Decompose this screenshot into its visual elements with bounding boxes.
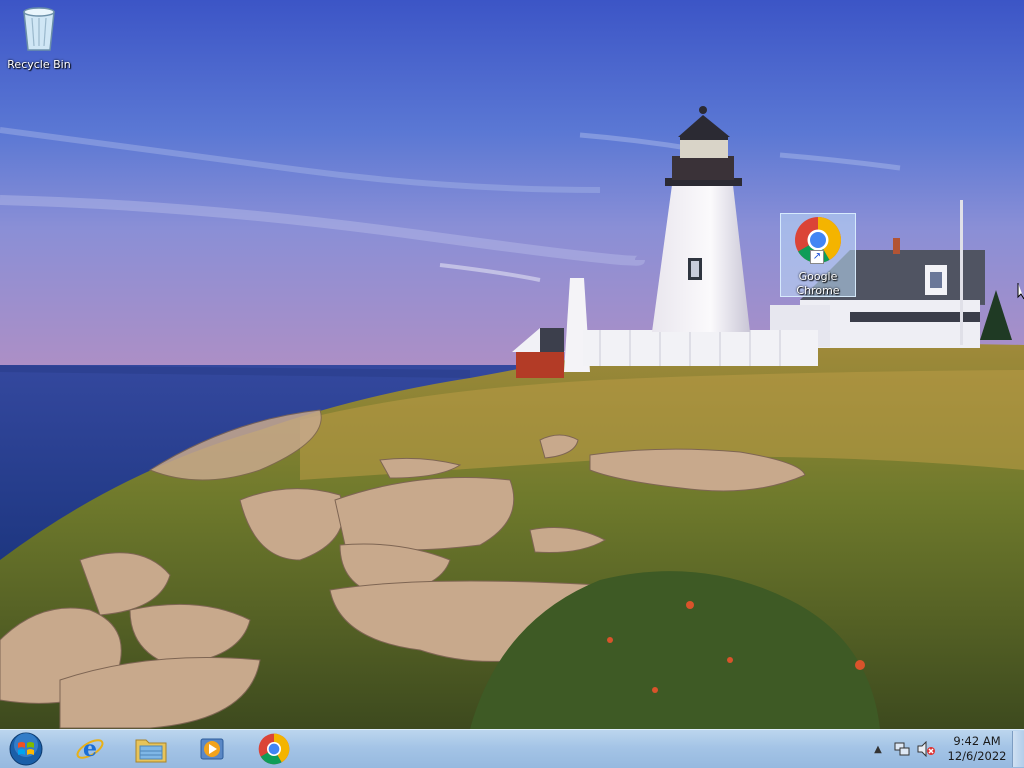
internet-explorer-icon: e <box>76 736 104 762</box>
taskbar: e ▲ 9:42 AM 12/6/2022 <box>0 729 1024 768</box>
google-chrome-label: Google Chrome <box>796 270 840 297</box>
clock-date: 12/6/2022 <box>947 749 1007 763</box>
mouse-cursor-icon <box>1017 283 1024 300</box>
recycle-bin-desktop-icon[interactable]: Recycle Bin <box>1 6 77 74</box>
taskbar-file-explorer-button[interactable] <box>123 732 179 766</box>
taskbar-internet-explorer-button[interactable]: e <box>62 732 118 766</box>
chrome-icon <box>258 733 290 765</box>
clock[interactable]: 9:42 AM 12/6/2022 <box>944 734 1010 764</box>
recycle-bin-icon <box>23 7 55 51</box>
windows-start-orb-icon <box>9 732 43 766</box>
svg-text:e: e <box>83 736 97 762</box>
shortcut-arrow-icon: ↗ <box>810 250 824 264</box>
taskbar-chrome-button[interactable] <box>246 732 302 766</box>
google-chrome-desktop-icon[interactable]: ↗ Google Chrome <box>780 213 856 297</box>
system-tray: ▲ 9:42 AM 12/6/2022 <box>866 730 1010 768</box>
media-player-icon <box>200 738 224 760</box>
wallpaper-image <box>0 0 1024 729</box>
desktop[interactable]: Recycle Bin ↗ Google Chrome <box>0 0 1024 729</box>
show-desktop-button[interactable] <box>1012 731 1024 767</box>
start-button[interactable] <box>4 732 48 766</box>
recycle-bin-label: Recycle Bin <box>7 58 71 71</box>
clock-time: 9:42 AM <box>953 734 1001 748</box>
network-icon[interactable] <box>893 740 911 758</box>
file-explorer-icon <box>135 739 167 763</box>
volume-muted-icon[interactable] <box>917 740 935 758</box>
taskbar-media-player-button[interactable] <box>184 732 240 766</box>
show-hidden-icons-chevron-icon[interactable]: ▲ <box>869 740 887 758</box>
